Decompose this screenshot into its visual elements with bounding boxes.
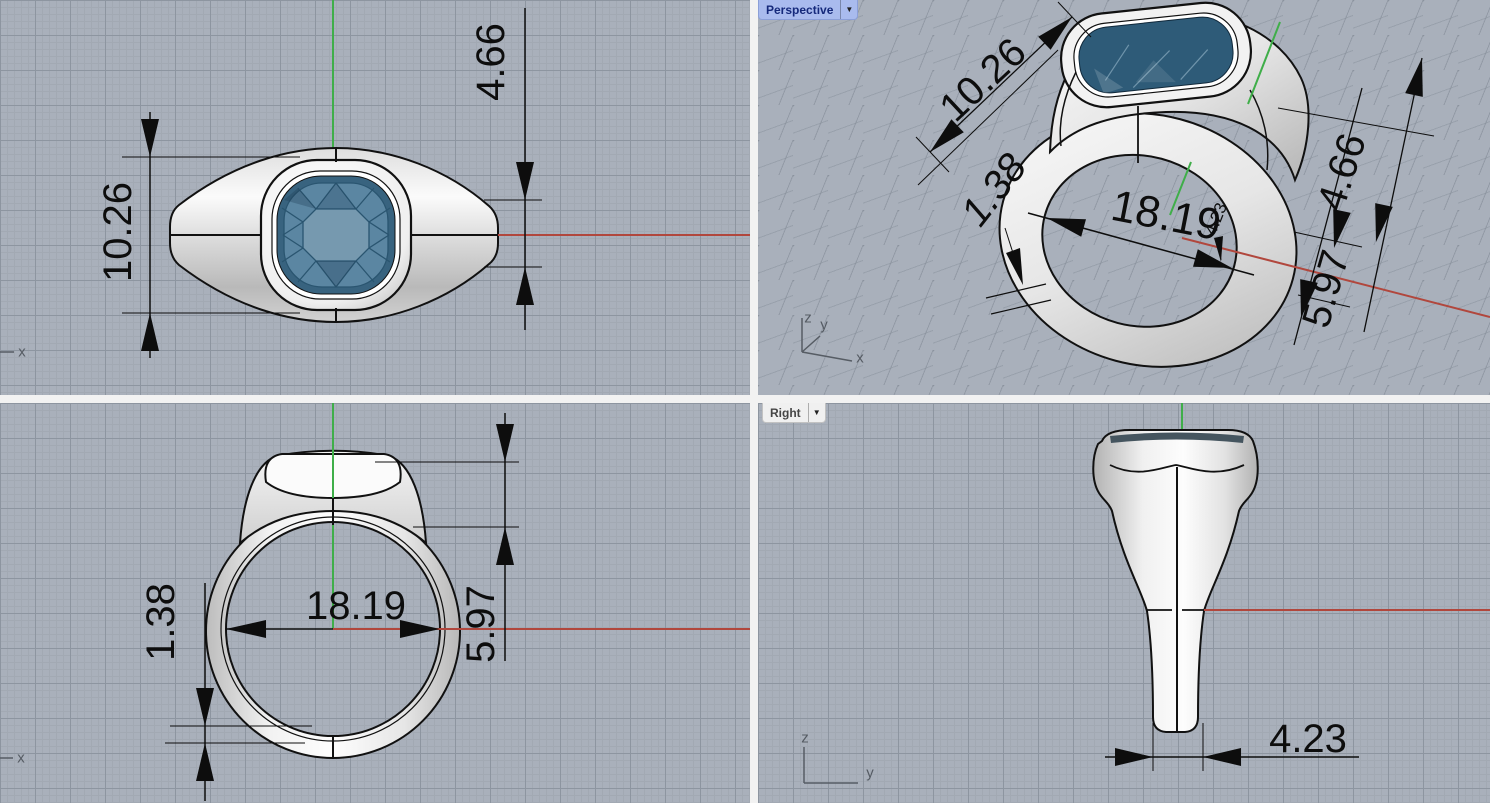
gem-stone-top <box>277 176 395 294</box>
axis-label-y: y <box>820 317 828 334</box>
axis-label-y: y <box>866 765 874 782</box>
viewport-tab-right[interactable]: Right ▼ <box>762 403 826 423</box>
viewport-tab-label: Perspective <box>759 0 840 19</box>
axis-label-z: z <box>804 310 812 327</box>
viewport-perspective[interactable]: Perspective ▼ <box>758 0 1490 395</box>
right-view-drawing <box>758 403 1490 803</box>
axis-label-x: x <box>856 350 864 367</box>
ring-profile <box>1093 430 1490 732</box>
ring-band <box>170 148 750 322</box>
dim-label-top-tip-height: 4.66 <box>471 23 511 101</box>
axis-label-z: z <box>801 730 809 747</box>
dim-label-right-band-width: 4.23 <box>1269 719 1347 759</box>
dim-label-front-band-thickness: 1.38 <box>141 583 181 661</box>
dim-label-front-inner-diameter: 18.19 <box>306 586 406 626</box>
viewport-right[interactable]: Right ▼ <box>758 403 1490 803</box>
viewport-tab-label: Right <box>763 403 808 422</box>
dropdown-arrow-icon[interactable]: ▼ <box>808 403 825 422</box>
rhino-four-viewport-workspace: 10.26 4.66 x Perspective ▼ <box>0 0 1490 803</box>
axis-gizmo <box>804 747 858 783</box>
viewport-tab-perspective[interactable]: Perspective ▼ <box>758 0 858 20</box>
dim-label-front-head-height: 5.97 <box>461 585 501 663</box>
viewport-top[interactable]: 10.26 4.66 x <box>0 0 750 395</box>
axis-label-x: x <box>18 344 26 361</box>
dropdown-arrow-icon[interactable]: ▼ <box>840 0 857 19</box>
dim-label-top-width: 10.26 <box>98 182 138 282</box>
axis-label-x: x <box>17 750 25 767</box>
viewport-front[interactable]: 18.19 5.97 1.38 x <box>0 403 750 803</box>
